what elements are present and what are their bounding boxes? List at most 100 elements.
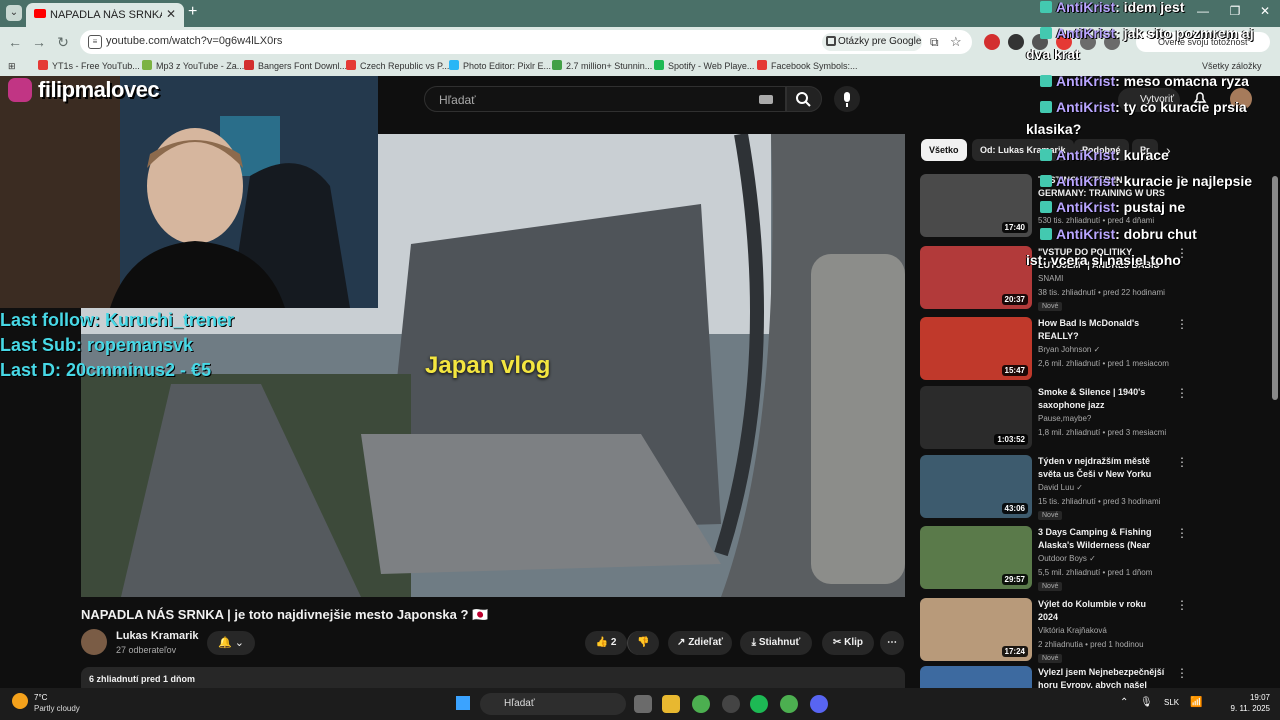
- bookmark-favicon-icon: [654, 60, 664, 70]
- video-thumbnail[interactable]: 43:06: [920, 455, 1032, 518]
- download-button[interactable]: ⤓ Stiahnuť: [740, 631, 812, 655]
- taskbar-search[interactable]: Hľadať: [480, 693, 626, 715]
- bookmark-label: Bangers Font Downl...: [258, 61, 348, 71]
- bookmark-item[interactable]: Mp3 z YouTube - Za...: [142, 60, 244, 73]
- subscriber-count: 27 odberateľov: [116, 645, 177, 655]
- more-options-icon[interactable]: ⋮: [1176, 598, 1188, 612]
- recommended-title[interactable]: How Bad Is McDonald's REALLY?: [1038, 317, 1166, 343]
- channel-name[interactable]: Lukas Kramarik: [116, 630, 199, 642]
- file-explorer-icon[interactable]: [662, 695, 680, 713]
- tab-title: NAPADLA NÁS SRNKA | je toto: [50, 9, 162, 21]
- chat-username: AntiKrist: [1056, 199, 1116, 215]
- windows-start-icon[interactable]: [456, 696, 470, 710]
- more-options-icon[interactable]: ⋮: [1176, 386, 1188, 400]
- recommended-title[interactable]: 3 Days Camping & Fishing Alaska's Wilder…: [1038, 526, 1166, 552]
- more-actions-button[interactable]: ⋯: [880, 631, 904, 655]
- apps-grid-icon[interactable]: ⊞: [8, 60, 16, 73]
- bookmark-item[interactable]: YT1s - Free YouTub...: [38, 60, 140, 73]
- chip-all[interactable]: Všetko: [921, 139, 967, 161]
- last-donation-text: Last D: 20cmminus2 - €5: [0, 360, 212, 380]
- video-thumbnail[interactable]: 29:57: [920, 526, 1032, 589]
- chat-badge-icon: [1040, 201, 1052, 213]
- clock-time[interactable]: 19:07: [1222, 693, 1270, 702]
- bookmark-item[interactable]: Facebook Symbols:...: [757, 60, 858, 73]
- address-bar[interactable]: ≡ youtube.com/watch?v=0g6w4lLX0rs Otázky…: [80, 30, 972, 54]
- install-app-icon[interactable]: ⧉: [930, 35, 939, 50]
- share-button[interactable]: ↗ Zdieľať: [668, 631, 732, 655]
- recommended-video[interactable]: 29:57 3 Days Camping & Fishing Alaska's W…: [920, 526, 1270, 592]
- bookmark-item[interactable]: Czech Republic vs P...: [346, 60, 449, 73]
- maximize-icon[interactable]: ❐: [1220, 4, 1250, 22]
- weather-temperature[interactable]: 7°C: [34, 693, 47, 702]
- subscription-bell-button[interactable]: 🔔 ⌄: [207, 631, 255, 655]
- more-options-icon[interactable]: ⋮: [1176, 526, 1188, 540]
- bookmark-item[interactable]: Bangers Font Downl...: [244, 60, 347, 73]
- tray-mic-icon[interactable]: 🎙: [1140, 697, 1153, 708]
- keyboard-icon[interactable]: [759, 95, 773, 104]
- recommended-video[interactable]: 43:06 Týden v nejdražším městě světa us Č…: [920, 455, 1270, 521]
- back-icon[interactable]: ←: [6, 33, 24, 51]
- recommended-title[interactable]: Výlet do Kolumbie v roku 2024: [1038, 598, 1166, 624]
- bookmark-label: Mp3 z YouTube - Za...: [156, 61, 245, 71]
- recommended-title[interactable]: Týden v nejdražším městě světa us Češi v…: [1038, 455, 1166, 481]
- bookmark-item[interactable]: Photo Editor: Pixlr E...: [449, 60, 551, 73]
- new-tab-button[interactable]: +: [188, 4, 204, 20]
- spotify-icon[interactable]: [750, 695, 768, 713]
- extension-icon[interactable]: [1008, 34, 1024, 50]
- site-info-icon[interactable]: ≡: [88, 35, 102, 49]
- forward-icon[interactable]: →: [30, 33, 48, 51]
- input-language[interactable]: SLK: [1164, 698, 1179, 707]
- minimize-icon[interactable]: —: [1188, 4, 1218, 22]
- channel-avatar[interactable]: [81, 629, 107, 655]
- new-badge: Nové: [1038, 654, 1063, 663]
- youtube-favicon-icon: [34, 9, 46, 18]
- tab-search-icon[interactable]: ⌄: [6, 5, 22, 21]
- dislike-button[interactable]: 👎: [627, 631, 659, 655]
- clock-date[interactable]: 9. 11. 2025: [1222, 704, 1270, 713]
- close-tab-icon[interactable]: ✕: [166, 7, 176, 21]
- video-thumbnail[interactable]: 20:37: [920, 246, 1032, 309]
- voice-search-button[interactable]: [834, 86, 860, 112]
- instagram-icon: [8, 78, 32, 102]
- network-icon[interactable]: 📶: [1190, 697, 1202, 708]
- chrome-active-icon[interactable]: [780, 695, 798, 713]
- discord-icon[interactable]: [810, 695, 828, 713]
- clip-button[interactable]: ✂ Klip: [822, 631, 874, 655]
- scrollbar[interactable]: [1272, 176, 1278, 400]
- weather-description[interactable]: Partly cloudy: [34, 704, 80, 713]
- weather-sun-icon[interactable]: [12, 693, 28, 709]
- recommended-video[interactable]: 1:03:52 Smoke & Silence | 1940's saxophon…: [920, 386, 1270, 452]
- recommended-video[interactable]: 17:24 Výlet do Kolumbie v roku 2024 Viktór…: [920, 598, 1270, 664]
- close-window-icon[interactable]: ✕: [1250, 4, 1280, 22]
- more-options-icon[interactable]: ⋮: [1176, 666, 1188, 680]
- bookmark-item[interactable]: 2.7 million+ Stunnin...: [552, 60, 652, 73]
- url-text[interactable]: youtube.com/watch?v=0g6w4lLX0rs: [106, 35, 282, 47]
- chrome-icon[interactable]: [692, 695, 710, 713]
- bookmark-item[interactable]: Spotify - Web Playe...: [654, 60, 754, 73]
- search-input[interactable]: Hľadať: [424, 86, 786, 112]
- chat-badge-icon: [1040, 101, 1052, 113]
- google-lens-chip[interactable]: Otázky pre Google: [822, 33, 922, 51]
- video-thumbnail[interactable]: 17:24: [920, 598, 1032, 661]
- more-options-icon[interactable]: ⋮: [1176, 455, 1188, 469]
- bookmark-label: Czech Republic vs P...: [360, 61, 450, 71]
- recommended-title[interactable]: Smoke & Silence | 1940's saxophone jazz: [1038, 386, 1166, 412]
- like-button[interactable]: 👍 2: [585, 631, 627, 655]
- new-badge: Nové: [1038, 582, 1063, 591]
- video-thumbnail[interactable]: 15:47: [920, 317, 1032, 380]
- reload-icon[interactable]: ↻: [54, 33, 72, 51]
- recommended-video[interactable]: 15:47 How Bad Is McDonald's REALLY? Bryan …: [920, 317, 1270, 383]
- all-bookmarks-folder[interactable]: Všetky záložky: [1202, 60, 1262, 73]
- more-options-icon[interactable]: ⋮: [1176, 317, 1188, 331]
- chat-text: : meso omacna ryza: [1115, 73, 1249, 89]
- task-view-icon[interactable]: [634, 695, 652, 713]
- obs-icon[interactable]: [722, 695, 740, 713]
- chat-message: ist: vcera si nasiel toho: [1026, 252, 1181, 268]
- tray-chevron-up-icon[interactable]: ⌃: [1120, 697, 1128, 708]
- bookmark-star-icon[interactable]: ☆: [950, 34, 962, 50]
- video-thumbnail[interactable]: 1:03:52: [920, 386, 1032, 449]
- extension-icon[interactable]: [984, 34, 1000, 50]
- active-tab[interactable]: NAPADLA NÁS SRNKA | je toto ✕: [26, 3, 184, 27]
- search-button[interactable]: [786, 86, 822, 112]
- video-thumbnail[interactable]: 17:40: [920, 174, 1032, 237]
